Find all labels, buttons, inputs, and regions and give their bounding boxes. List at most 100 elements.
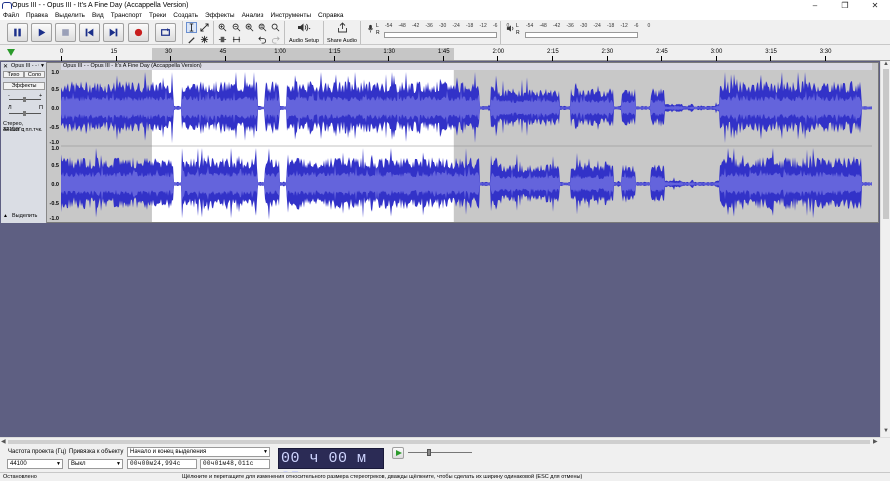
- menu-transport[interactable]: Транспорт: [111, 12, 142, 19]
- playback-meter[interactable]: [525, 32, 638, 38]
- effects-button[interactable]: Эффекты: [3, 82, 45, 90]
- selection-tool-icon[interactable]: [186, 22, 197, 33]
- skip-to-end-button[interactable]: [103, 23, 124, 42]
- menu-bar: Файл Правка Выделить Вид Транспорт Треки…: [0, 10, 890, 20]
- record-meter[interactable]: [384, 32, 497, 38]
- play-head-triangle-icon[interactable]: [7, 49, 15, 56]
- zoom-out-icon[interactable]: [231, 22, 242, 33]
- title-bar: Opus III - - Opus III - It's A Fine Day …: [0, 0, 890, 10]
- loop-button[interactable]: [155, 23, 176, 42]
- stop-icon: [62, 29, 69, 36]
- menu-generate[interactable]: Создать: [173, 12, 198, 19]
- record-button[interactable]: [128, 23, 149, 42]
- ruler-label: 1:30: [383, 49, 396, 55]
- chevron-down-icon: ▼: [56, 461, 61, 467]
- ruler-label: 3:30: [819, 49, 832, 55]
- skip-to-start-button[interactable]: [79, 23, 100, 42]
- stop-button[interactable]: [55, 23, 76, 42]
- pan-right-label: П: [39, 105, 43, 111]
- snap-to-select[interactable]: Выкл ▼: [68, 459, 123, 469]
- scroll-down-icon[interactable]: ▼: [883, 428, 889, 434]
- gain-slider-knob[interactable]: [23, 97, 26, 102]
- horizontal-scroll-thumb[interactable]: [8, 440, 870, 444]
- redo-icon[interactable]: [270, 34, 281, 45]
- chevron-down-icon: ▼: [116, 461, 121, 467]
- horizontal-scrollbar[interactable]: ◀ ▶: [0, 437, 890, 445]
- scroll-right-icon[interactable]: ▶: [873, 438, 878, 445]
- ruler-label: 2:45: [656, 49, 668, 55]
- play-meter-left-label: L: [516, 23, 519, 29]
- right-channel-scale: 1.0 0.5 0.0 -0.5 -1.0: [49, 146, 59, 222]
- vertical-scroll-thumb[interactable]: [883, 69, 889, 219]
- scroll-up-icon[interactable]: ▲: [883, 61, 889, 67]
- play-at-speed-button[interactable]: [392, 447, 404, 459]
- playback-speaker-icon[interactable]: [505, 23, 516, 34]
- window-controls: – ❐ ✕: [800, 0, 890, 10]
- record-meter-left-label: L: [376, 23, 379, 29]
- fit-selection-icon[interactable]: [244, 22, 255, 33]
- menu-tracks[interactable]: Треки: [149, 12, 166, 19]
- ruler-label: 2:00: [492, 49, 505, 55]
- microphone-icon[interactable]: [365, 23, 376, 34]
- pan-slider-knob[interactable]: [23, 111, 26, 116]
- collapse-track-icon[interactable]: ▲: [3, 213, 8, 219]
- ruler-label: 30: [165, 49, 172, 55]
- share-icon: [337, 22, 347, 33]
- track-select-button[interactable]: Выделить: [12, 213, 37, 219]
- loop-icon: [161, 28, 170, 36]
- selection-start-time[interactable]: 00ч00м24,994с: [127, 459, 197, 469]
- multi-tool-icon[interactable]: [199, 34, 210, 45]
- clip-title-bar[interactable]: Opus III - - Opus III - It's A Fine Day …: [61, 63, 872, 70]
- zoom-in-icon[interactable]: [217, 22, 228, 33]
- vertical-scrollbar[interactable]: ▲ ▼: [880, 61, 890, 437]
- menu-help[interactable]: Справка: [318, 12, 344, 19]
- undo-icon[interactable]: [257, 34, 268, 45]
- menu-analyze[interactable]: Анализ: [242, 12, 264, 19]
- menu-edit[interactable]: Правка: [26, 12, 48, 19]
- ruler-selection-region[interactable]: [151, 48, 454, 60]
- timeline-ruler[interactable]: 0 15 30 45 1:00 1:15 1:30 1:45 2:00 2:15 2:30 2:45 3…: [0, 45, 890, 61]
- envelope-tool-icon[interactable]: [199, 22, 210, 33]
- track-control-panel: ✕ Opus III - - O ▼ Тихо Соло Эффекты - +…: [1, 62, 47, 223]
- skip-start-icon: [85, 28, 94, 37]
- ruler-label: 1:15: [328, 49, 341, 55]
- close-icon[interactable]: ✕: [860, 0, 890, 10]
- waveform-canvas[interactable]: [61, 70, 872, 222]
- minimize-icon[interactable]: –: [800, 0, 830, 10]
- track-name[interactable]: Opus III - - O: [11, 63, 39, 69]
- menu-file[interactable]: Файл: [3, 12, 19, 19]
- menu-view[interactable]: Вид: [92, 12, 104, 19]
- ruler-label: 0: [60, 49, 64, 55]
- restore-icon[interactable]: ❐: [830, 0, 860, 10]
- zoom-toggle-icon[interactable]: [270, 22, 281, 33]
- track-close-icon[interactable]: ✕: [3, 63, 8, 70]
- playback-speed-slider[interactable]: [408, 452, 472, 453]
- track-menu-chevron-icon[interactable]: ▼: [40, 63, 45, 69]
- trim-outside-icon[interactable]: [217, 34, 228, 45]
- menu-tools[interactable]: Инструменты: [271, 12, 312, 19]
- menu-effects[interactable]: Эффекты: [205, 12, 235, 19]
- ruler-label: 45: [219, 49, 227, 55]
- share-audio-button[interactable]: Share Audio: [326, 22, 358, 44]
- status-bar: Остановлено Щёлкните и перетащите для из…: [0, 472, 890, 481]
- ruler-label: 2:30: [601, 49, 614, 55]
- solo-button[interactable]: Соло: [24, 71, 45, 78]
- menu-select[interactable]: Выделить: [55, 12, 85, 19]
- mute-button[interactable]: Тихо: [3, 71, 24, 78]
- scroll-left-icon[interactable]: ◀: [1, 438, 6, 445]
- audio-setup-button[interactable]: Audio Setup: [288, 22, 320, 44]
- selection-mode-select[interactable]: Начало и конец выделения ▼: [127, 447, 270, 457]
- project-rate-select[interactable]: 44100 ▼: [7, 459, 63, 469]
- silence-selection-icon[interactable]: [231, 34, 242, 45]
- selection-toolbar: Частота проекта (Гц) 44100 ▼ Привязка к о…: [0, 445, 890, 481]
- left-channel-scale: 1.0 0.5 0.0 -0.5 -1.0: [49, 70, 59, 146]
- status-hint: Щёлкните и перетащите для изменения отно…: [182, 474, 583, 480]
- audio-position-display[interactable]: 00 ч 00 м 25 с: [278, 448, 384, 481]
- pause-button[interactable]: [7, 23, 28, 42]
- selection-end-time[interactable]: 00ч01м48,011с: [200, 459, 270, 469]
- playback-speed-knob[interactable]: [427, 449, 431, 456]
- audio-setup-label: Audio Setup: [289, 38, 319, 44]
- play-button[interactable]: [31, 23, 52, 42]
- draw-tool-icon[interactable]: [186, 34, 197, 45]
- fit-project-icon[interactable]: [257, 22, 268, 33]
